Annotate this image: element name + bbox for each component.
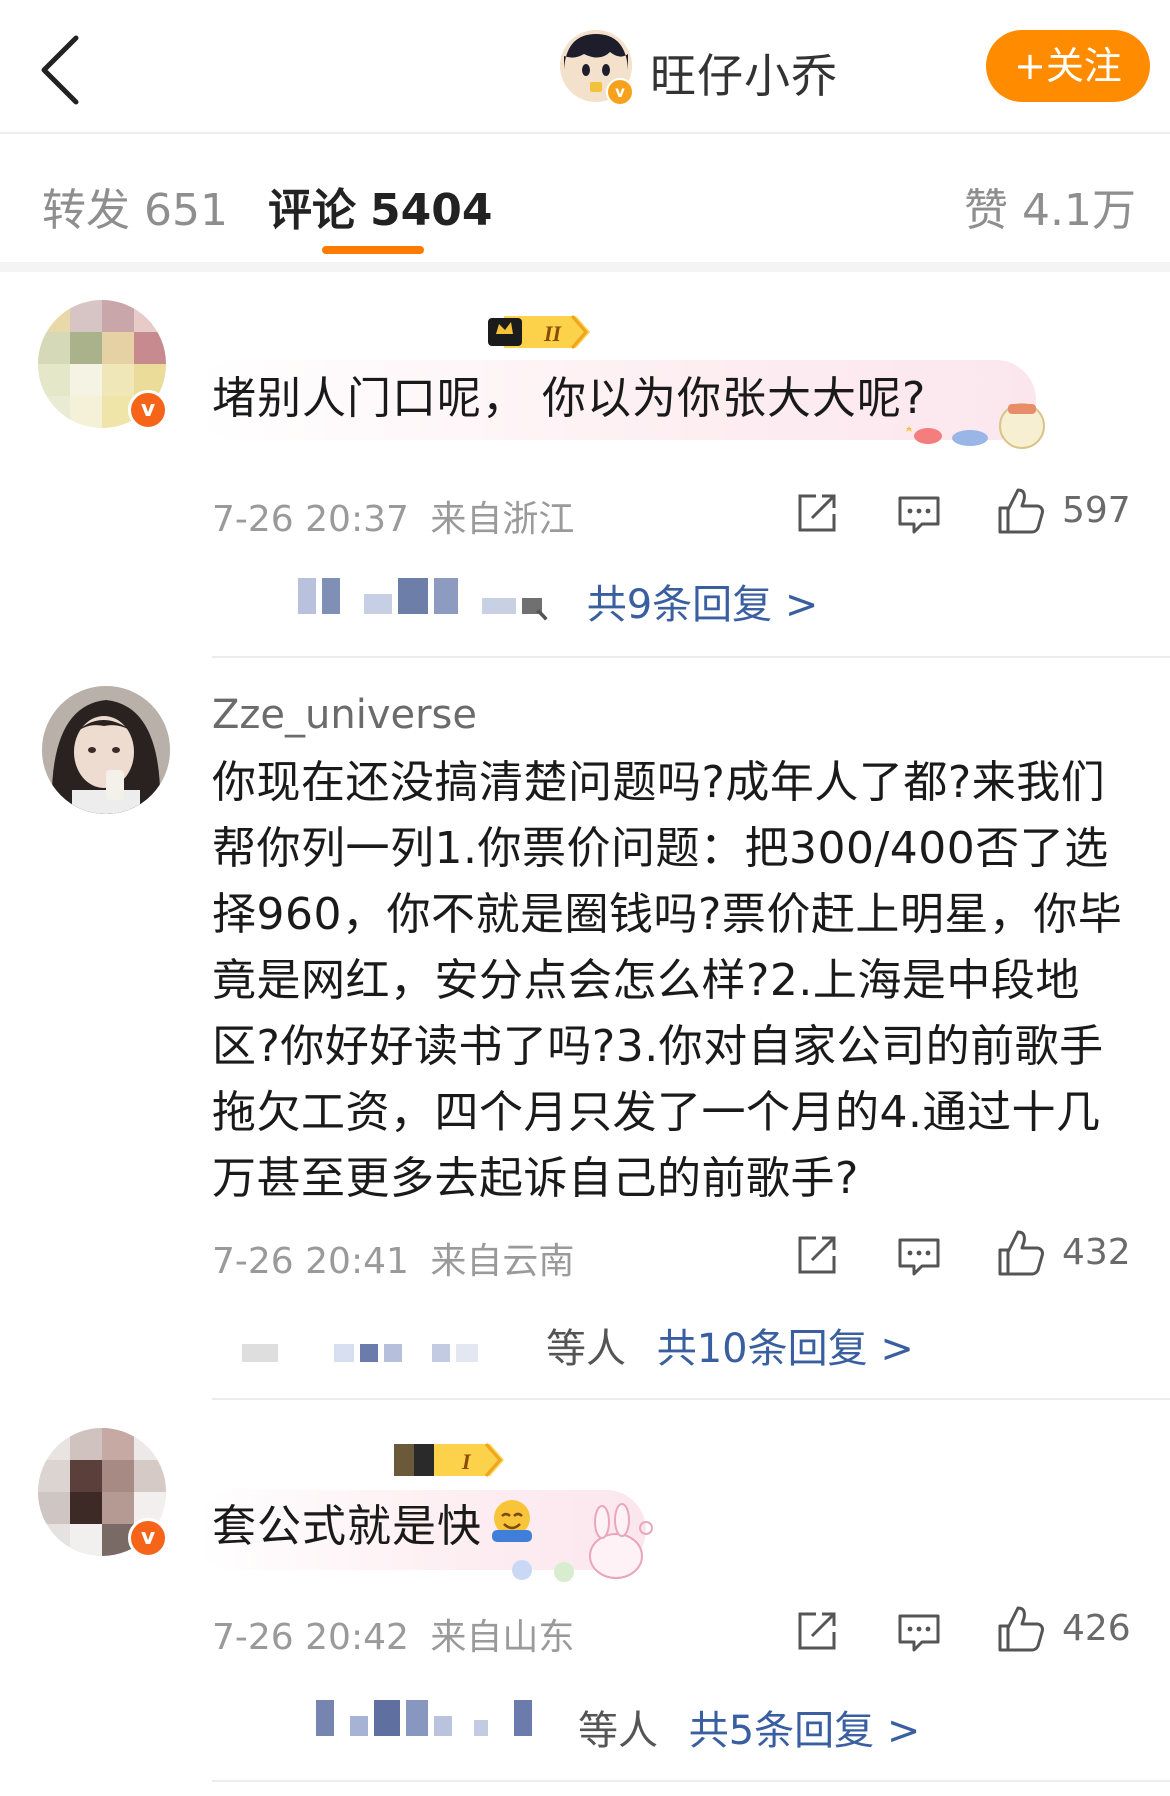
follow-button[interactable]: +关注 (986, 30, 1150, 102)
tab-repost-count: 651 (144, 185, 228, 236)
top-nav-bar: v 旺仔小乔 +关注 (0, 0, 1170, 134)
comment-divider (212, 656, 1170, 658)
tab-comment-label: 评论 (268, 185, 356, 236)
tab-like-count: 4.1万 (1022, 185, 1136, 236)
comment-time: 7-26 20:41 (212, 1241, 409, 1282)
decorative-sticker-icon (512, 1503, 653, 1582)
reply-prefix: 、 (534, 582, 574, 628)
commenter-avatar[interactable] (42, 686, 170, 814)
comment-time: 7-26 20:42 (212, 1617, 409, 1658)
replier-names-blurred (298, 578, 542, 614)
comment-location: 来自山东 (430, 1617, 575, 1658)
replier-names-blurred (316, 1700, 532, 1736)
reply-summary[interactable]: 等人 共10条回复 > (546, 1316, 914, 1374)
reply-count-link[interactable]: 共9条回复 > (587, 582, 819, 628)
thumbs-up-icon[interactable] (996, 1604, 1046, 1654)
share-icon[interactable] (794, 1608, 840, 1654)
author-name[interactable]: 旺仔小乔 (650, 40, 838, 106)
comment-text[interactable]: 你现在还没搞清楚问题吗?成年人了都?来我们帮你列一列1.你票价问题：把300/4… (212, 750, 1138, 1212)
member-level-badge: I (394, 1440, 508, 1477)
reply-prefix: 等人 (578, 1708, 658, 1754)
comment-text[interactable]: 套公式就是快 (212, 1494, 482, 1560)
tab-like-label: 赞 (964, 185, 1008, 236)
like-count: 432 (1062, 1232, 1131, 1273)
share-icon[interactable] (794, 1232, 840, 1278)
reply-prefix: 等人 (546, 1326, 626, 1372)
comment-divider (212, 1780, 1170, 1782)
share-icon[interactable] (794, 490, 840, 536)
tab-bar: 转发 651 评论 5404 赞 4.1万 (0, 134, 1170, 272)
tab-comment[interactable]: 评论 5404 (268, 174, 492, 238)
thumbs-up-icon[interactable] (996, 1228, 1046, 1278)
commenter-username[interactable]: Zze_universe (212, 692, 477, 738)
comment-icon[interactable] (896, 492, 942, 538)
decorative-sticker-icon (906, 403, 1045, 449)
active-tab-indicator (322, 246, 424, 254)
verified-badge: v (128, 1518, 168, 1558)
comment-location: 来自浙江 (430, 499, 575, 540)
comment-meta: 7-26 20:41 来自云南 (212, 1232, 574, 1284)
reply-count-link[interactable]: 共5条回复 > (689, 1708, 921, 1754)
comment-meta: 7-26 20:37 来自浙江 (212, 490, 574, 542)
comment-text[interactable]: 堵别人门口呢， 你以为你张大大呢? (212, 366, 926, 432)
replier-names-blurred (242, 1326, 478, 1362)
comment-location: 来自云南 (430, 1241, 575, 1282)
thumbs-up-icon[interactable] (996, 486, 1046, 536)
reply-count-link[interactable]: 共10条回复 > (657, 1326, 914, 1372)
comment-divider (212, 1398, 1170, 1400)
verified-badge: v (128, 390, 168, 430)
verified-badge: v (606, 78, 634, 106)
tab-repost[interactable]: 转发 651 (42, 174, 228, 238)
comment-icon[interactable] (896, 1610, 942, 1656)
comment-icon[interactable] (896, 1234, 942, 1280)
comment-time: 7-26 20:37 (212, 499, 409, 540)
badge-level-text: I (461, 1449, 472, 1474)
member-level-badge: II (486, 312, 592, 349)
reply-summary[interactable]: 等人 共5条回复 > (578, 1698, 920, 1756)
comment-meta: 7-26 20:42 来自山东 (212, 1608, 574, 1660)
like-count: 597 (1062, 490, 1131, 531)
badge-level-text: II (543, 321, 563, 346)
tab-repost-label: 转发 (42, 185, 130, 236)
back-icon[interactable] (30, 28, 110, 108)
tab-comment-count: 5404 (370, 185, 493, 236)
like-count: 426 (1062, 1608, 1131, 1649)
tab-like[interactable]: 赞 4.1万 (964, 174, 1136, 238)
reply-summary[interactable]: 、 共9条回复 > (534, 572, 818, 630)
